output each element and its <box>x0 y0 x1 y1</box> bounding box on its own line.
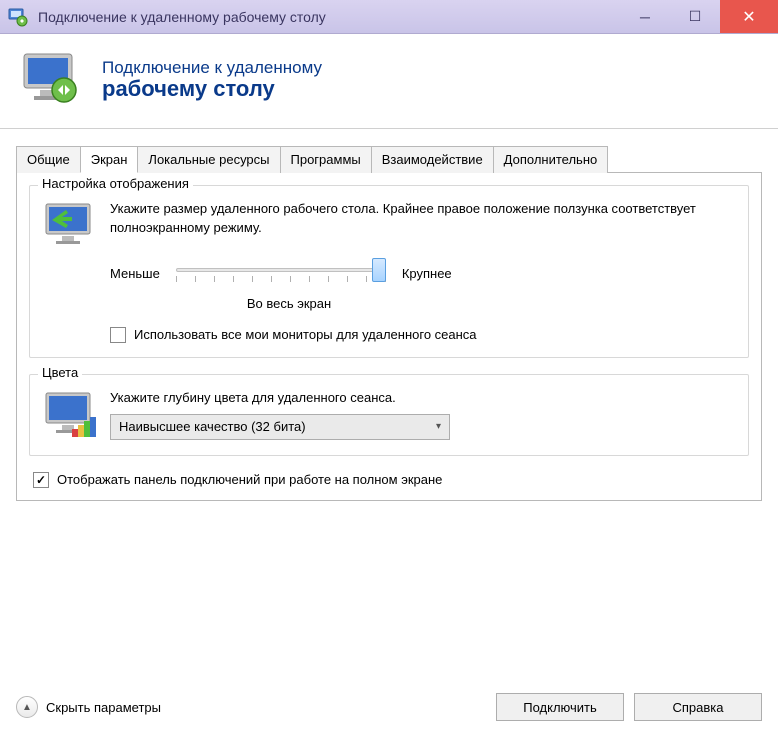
tab-display[interactable]: Экран <box>80 146 139 173</box>
show-connection-bar-checkbox[interactable] <box>33 472 49 488</box>
use-all-monitors-label: Использовать все мои мониторы для удален… <box>134 327 477 342</box>
rdp-monitor-icon <box>20 48 84 112</box>
dialog-header: Подключение к удаленному рабочему столу <box>0 34 778 129</box>
display-group-title: Настройка отображения <box>38 176 193 191</box>
header-line2: рабочему столу <box>102 76 322 102</box>
app-icon <box>8 7 28 27</box>
dropdown-arrow-icon: ▾ <box>436 421 441 432</box>
help-button[interactable]: Справка <box>634 693 762 721</box>
collapse-arrow-icon: ▲ <box>16 696 38 718</box>
color-depth-icon <box>44 389 96 441</box>
title-bar: Подключение к удаленному рабочему столу … <box>0 0 778 34</box>
color-depth-value: Наивысшее качество (32 бита) <box>119 419 306 434</box>
tab-content-display: Настройка отображения Укажите размер уда… <box>16 173 762 501</box>
colors-group-title: Цвета <box>38 365 82 380</box>
tab-local-resources[interactable]: Локальные ресурсы <box>137 146 280 173</box>
slider-thumb[interactable] <box>372 258 386 282</box>
display-size-icon <box>44 200 96 252</box>
slider-value-caption: Во весь экран <box>184 296 394 311</box>
window-title: Подключение к удаленному рабочему столу <box>38 9 620 25</box>
hide-options-link[interactable]: ▲ Скрыть параметры <box>16 696 161 718</box>
tabs-bar: Общие Экран Локальные ресурсы Программы … <box>16 145 762 173</box>
colors-description: Укажите глубину цвета для удаленного сеа… <box>110 389 734 408</box>
maximize-button[interactable]: ☐ <box>670 0 720 33</box>
show-connection-bar-label: Отображать панель подключений при работе… <box>57 472 442 487</box>
colors-group: Цвета <box>29 374 749 456</box>
hide-options-label: Скрыть параметры <box>46 700 161 715</box>
tab-advanced[interactable]: Дополнительно <box>493 146 609 173</box>
slider-min-label: Меньше <box>110 266 160 281</box>
close-button[interactable]: ✕ <box>720 0 778 33</box>
tab-general[interactable]: Общие <box>16 146 81 173</box>
display-settings-group: Настройка отображения Укажите размер уда… <box>29 185 749 358</box>
resolution-slider[interactable] <box>176 258 386 290</box>
slider-max-label: Крупнее <box>402 266 452 281</box>
connect-button[interactable]: Подключить <box>496 693 624 721</box>
color-depth-select[interactable]: Наивысшее качество (32 бита) ▾ <box>110 414 450 440</box>
tab-programs[interactable]: Программы <box>280 146 372 173</box>
tab-experience[interactable]: Взаимодействие <box>371 146 494 173</box>
header-line1: Подключение к удаленному <box>102 58 322 78</box>
minimize-button[interactable]: ─ <box>620 0 670 33</box>
display-description: Укажите размер удаленного рабочего стола… <box>110 200 734 238</box>
use-all-monitors-checkbox[interactable] <box>110 327 126 343</box>
